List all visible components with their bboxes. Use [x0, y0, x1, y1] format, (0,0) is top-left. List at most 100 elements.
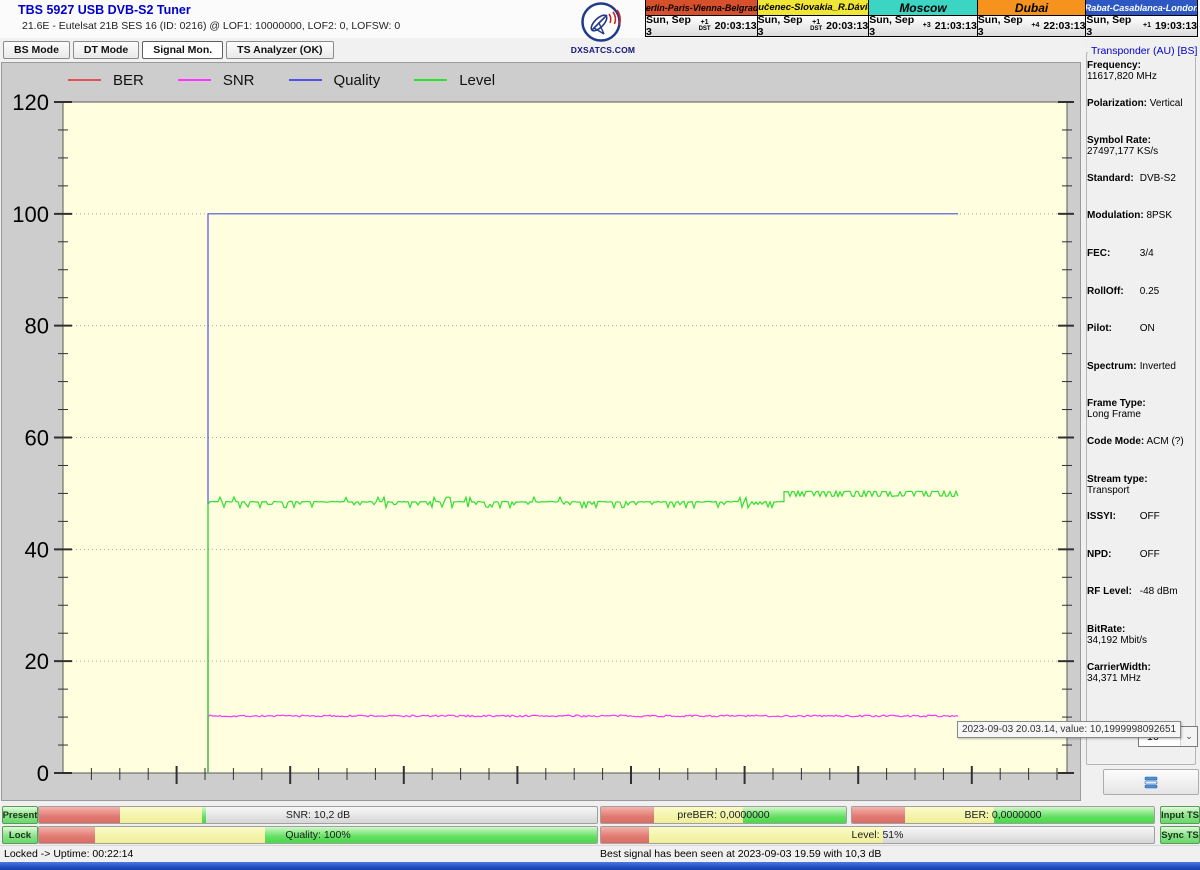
field-value: DVB-S2: [1139, 172, 1176, 184]
clock-utc-offset: +1 DST: [810, 19, 823, 32]
bar-label: BER: 0,0000000: [964, 809, 1042, 821]
clock-utc-offset: +3: [922, 22, 931, 29]
dxsatcs-logo: DXSATCS.COM: [570, 1, 636, 55]
clock-time: Sun, Sep 3 +4 22:03:13: [977, 14, 1086, 38]
tab-bs-mode[interactable]: BS Mode: [3, 41, 70, 59]
preber-bar: preBER: 0,0000000: [600, 806, 847, 824]
signal-monitor-chart-panel: 0 20 40 60 80 100 120 BER SNR Quality Level: [1, 62, 1081, 801]
field-label: Spectrum:: [1087, 360, 1137, 372]
field-label: Modulation:: [1087, 210, 1144, 222]
field-value: OFF: [1139, 548, 1160, 560]
transponder-field: Frame Type: Long Frame: [1087, 398, 1187, 436]
legend-item: SNR: [177, 72, 255, 89]
clock-utc-offset: +1: [1142, 22, 1151, 29]
transponder-field: Polarization: Vertical: [1087, 98, 1187, 136]
clock: Berlin-Paris-Vienna-Belgrade Sun, Sep 3 …: [645, 0, 757, 38]
clock-time: Sun, Sep 3 +1 DST 20:03:13: [757, 14, 869, 38]
lock-uptime-status: Locked -> Uptime: 00:22:14: [4, 848, 134, 860]
logo-text: DXSATCS.COM: [570, 45, 636, 55]
field-label: Symbol Rate:: [1087, 135, 1151, 147]
ts-record-button[interactable]: [1103, 769, 1199, 795]
legend-line-swatch: [414, 78, 448, 82]
taskbar-edge: [0, 862, 1200, 870]
field-value: 3/4: [1139, 247, 1154, 259]
signal-bars-panel: Present Lock SNR: 10,2 dB preBER: 0,0000…: [0, 803, 1200, 845]
tab-ts-analyzer-ok-[interactable]: TS Analyzer (OK): [226, 41, 334, 59]
satellite-dish-icon: [581, 2, 621, 42]
clock-utc-offset: +4: [1031, 22, 1040, 29]
tab-dt-mode[interactable]: DT Mode: [72, 41, 140, 59]
snr-bar: SNR: 10,2 dB: [38, 806, 598, 824]
field-value: Vertical: [1149, 97, 1183, 109]
tab-signal-mon-[interactable]: Signal Mon.: [142, 41, 224, 59]
transponder-field: Frequency: 11617,820 MHz: [1087, 60, 1187, 98]
chart-value-tooltip: 2023-09-03 20.03.14, value: 10,199999809…: [957, 721, 1182, 738]
chevron-down-icon[interactable]: ⌄: [1180, 727, 1197, 746]
transponder-sidebar: Transponder (AU) [BS] Frequency: 11617,8…: [1082, 38, 1200, 870]
tbs-tuner-window: { "header": { "title": "TBS 5927 USB DVB…: [0, 0, 1200, 870]
field-value: 8PSK: [1146, 210, 1173, 222]
clock: Moscow Sun, Sep 3 +3 21:03:13: [868, 0, 977, 38]
best-signal-status: Best signal has been seen at 2023-09-03 …: [600, 848, 882, 860]
clock-hms: 20:03:13: [714, 20, 757, 32]
legend-label: Level: [459, 71, 496, 89]
svg-text:20: 20: [25, 649, 49, 674]
clock-date: Sun, Sep 3: [977, 14, 1023, 38]
field-value: Transport: [1087, 484, 1130, 496]
legend-item: Level: [414, 72, 495, 89]
clock-hms: 19:03:13: [1154, 20, 1197, 32]
transponder-field: Code Mode: ACM (?): [1087, 436, 1187, 474]
transponder-field: CarrierWidth: 34,371 MHz: [1087, 662, 1187, 700]
field-value: -48 dBm: [1139, 586, 1178, 598]
clock-date: Sun, Sep 3: [646, 14, 691, 38]
transponder-field: RF Level: -48 dBm: [1087, 586, 1187, 624]
legend-label: Quality: [333, 71, 381, 89]
svg-text:120: 120: [12, 90, 49, 115]
field-label: Stream type:: [1087, 473, 1148, 485]
field-label: Polarization:: [1087, 97, 1148, 109]
field-label: NPD:: [1087, 548, 1112, 560]
present-indicator-button[interactable]: Present: [2, 806, 38, 824]
legend-label: BER: [113, 71, 144, 89]
clock-utc-offset: +1 DST: [698, 19, 711, 32]
bar-label: SNR: 10,2 dB: [285, 809, 351, 821]
field-value: 0.25: [1139, 285, 1160, 297]
field-value: ON: [1139, 323, 1155, 335]
lock-indicator-button[interactable]: Lock: [2, 826, 38, 844]
field-label: Frame Type:: [1087, 398, 1146, 410]
legend-line-swatch: [288, 78, 322, 82]
transponder-field: Modulation: 8PSK: [1087, 210, 1187, 248]
field-label: Standard:: [1087, 172, 1134, 184]
field-value: Inverted: [1139, 360, 1176, 372]
field-label: Code Mode:: [1087, 435, 1145, 447]
transponder-field: ISSYI: OFF: [1087, 511, 1187, 549]
field-label: FEC:: [1087, 247, 1111, 259]
transponder-field: FEC: 3/4: [1087, 248, 1187, 286]
clock-hms: 20:03:13: [826, 20, 869, 32]
clock-time: Sun, Sep 3 +3 21:03:13: [869, 14, 977, 38]
svg-text:60: 60: [25, 426, 49, 451]
svg-text:100: 100: [12, 202, 49, 227]
field-label: CarrierWidth:: [1087, 661, 1151, 673]
clock-hms: 21:03:13: [934, 20, 977, 32]
field-label: BitRate:: [1087, 623, 1126, 635]
field-label: Pilot:: [1087, 323, 1112, 335]
input-ts-indicator-button[interactable]: Input TS: [1160, 806, 1200, 824]
level-bar: Level: 51%: [600, 826, 1155, 844]
clock-date: Sun, Sep 3: [1086, 14, 1132, 38]
world-clocks: Berlin-Paris-Vienna-Belgrade Sun, Sep 3 …: [645, 0, 1198, 38]
svg-text:80: 80: [25, 314, 49, 339]
legend-line-swatch: [68, 78, 101, 82]
legend-line-swatch: [177, 78, 211, 82]
transponder-fields: Frequency: 11617,820 MHz Polarization: V…: [1087, 60, 1187, 699]
transponder-field: Pilot: ON: [1087, 323, 1187, 361]
chart-legend: BER SNR Quality Level: [68, 69, 495, 91]
bar-label: Level: 51%: [851, 829, 904, 841]
field-value: OFF: [1139, 511, 1160, 523]
field-label: Frequency:: [1087, 60, 1141, 71]
app-title: TBS 5927 USB DVB-S2 Tuner: [18, 3, 191, 17]
sync-ts-indicator-button[interactable]: Sync TS: [1160, 826, 1200, 844]
field-label: ISSYI:: [1087, 511, 1116, 523]
quality-bar: Quality: 100%: [38, 826, 598, 844]
clock: Rabat-Casablanca-London Sun, Sep 3 +1 19…: [1085, 0, 1198, 38]
